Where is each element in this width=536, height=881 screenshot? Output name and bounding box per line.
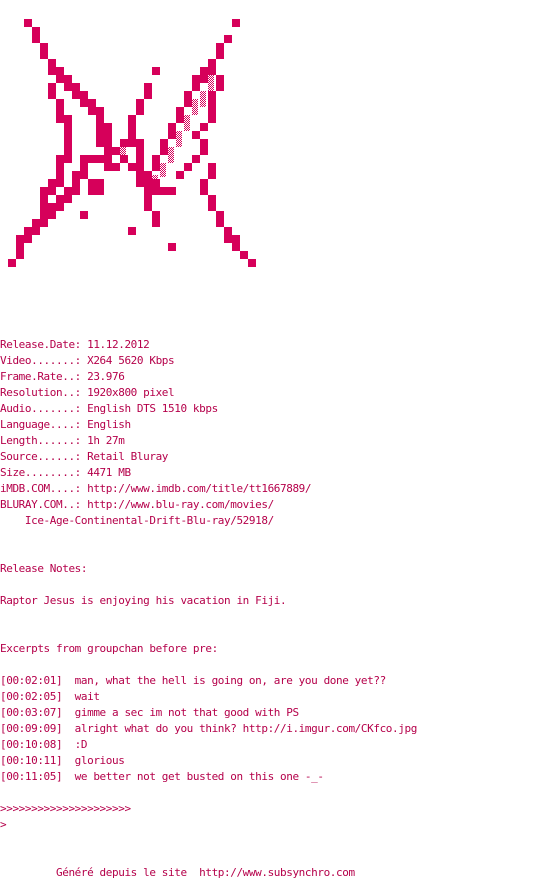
nfo-line: BLURAY.COM..: http://www.blu-ray.com/mov… [0,498,274,511]
nfo-line: Raptor Jesus is enjoying his vacation in… [0,594,287,607]
nfo-line: Language....: English [0,418,131,431]
nfo-line: Généré depuis le site http://www.subsync… [0,866,355,879]
nfo-line: Excerpts from groupchan before pre: [0,642,218,655]
nfo-line: Size........: 4471 MB [0,466,131,479]
nfo-line [0,785,536,801]
nfo-line [0,833,536,849]
nfo-line: Length......: 1h 27m [0,434,125,447]
nfo-line: Audio.......: English DTS 1510 kbps [0,402,218,415]
nfo-line: iMDB.COM....: http://www.imdb.com/title/… [0,482,312,495]
nfo-line: > [0,818,7,831]
pixel-art-butterfly-icon [8,19,256,267]
nfo-line: [00:11:05] we better not get busted on t… [0,770,324,783]
nfo-line: >>>>>>>>>>>>>>>>>>>>> [0,802,131,815]
nfo-line: [00:09:09] alright what do you think? ht… [0,722,417,735]
nfo-line: [00:10:08] :D [0,738,88,751]
nfo-line: [00:03:07] gimme a sec im not that good … [0,706,299,719]
nfo-line: Source......: Retail Bluray [0,450,169,463]
nfo-line [0,609,536,625]
nfo-line [0,849,536,865]
nfo-line [0,657,536,673]
nfo-line: Ice-Age-Continental-Drift-Blu-ray/52918/ [0,514,274,527]
nfo-line [0,577,536,593]
nfo-line: [00:10:11] glorious [0,754,125,767]
nfo-line [0,529,536,545]
nfo-line: Release.Date: 11.12.2012 [0,338,150,351]
nfo-line: Frame.Rate..: 23.976 [0,370,125,383]
nfo-line: Release Notes: [0,562,88,575]
nfo-line: [00:02:01] man, what the hell is going o… [0,674,386,687]
nfo-line [0,625,536,641]
nfo-line: Resolution..: 1920x800 pixel [0,386,175,399]
nfo-text-block: Release.Date: 11.12.2012 Video.......: X2… [0,337,536,881]
nfo-line [0,545,536,561]
nfo-line: Video.......: X264 5620 Kbps [0,354,175,367]
nfo-line: [00:02:05] wait [0,690,100,703]
